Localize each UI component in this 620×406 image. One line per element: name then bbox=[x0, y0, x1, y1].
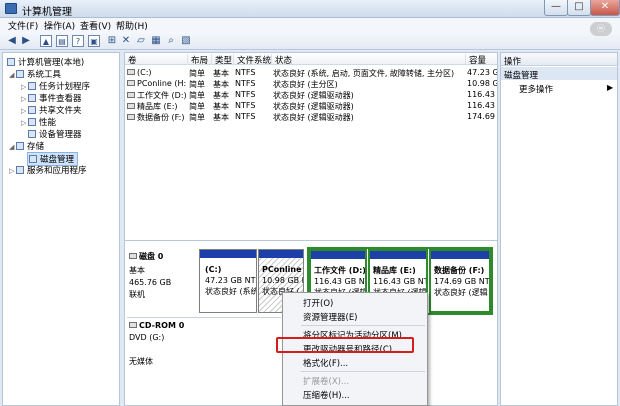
help-icon[interactable]: ? bbox=[72, 35, 84, 47]
divider bbox=[127, 317, 281, 318]
col-volume[interactable]: 卷 bbox=[125, 54, 187, 66]
tree-device-manager[interactable]: 设备管理器 bbox=[28, 128, 82, 140]
volume-icon bbox=[127, 92, 135, 98]
performance-icon bbox=[28, 118, 36, 126]
tools-icon bbox=[16, 70, 24, 78]
volume-icon bbox=[127, 80, 135, 86]
partition-c[interactable]: (C:)47.23 GB NTFS状态良好 (系统 bbox=[199, 249, 257, 313]
col-status[interactable]: 状态 bbox=[271, 54, 465, 66]
menu-item-format[interactable]: 格式化(F)... bbox=[303, 357, 348, 369]
device-manager-icon bbox=[28, 130, 36, 138]
tree-root[interactable]: 计算机管理(本地) bbox=[7, 56, 84, 68]
menu-action[interactable]: 操作(A) bbox=[44, 19, 75, 32]
window-title: 计算机管理 bbox=[22, 7, 72, 18]
back-arrow-icon[interactable]: ◀ bbox=[6, 35, 18, 47]
computer-icon bbox=[7, 58, 15, 66]
table-row[interactable]: 精品库 (E:) 简单 基本 NTFS 状态良好 (逻辑驱动器) 116.43 … bbox=[125, 100, 497, 111]
table-row[interactable]: PConline (H:) 简单 基本 NTFS 状态良好 (主分区) 10.9… bbox=[125, 78, 497, 89]
tree-storage[interactable]: ◢ 存储 bbox=[9, 140, 44, 152]
menu-separator bbox=[301, 371, 425, 372]
more-actions[interactable]: 更多操作 bbox=[519, 83, 553, 95]
tree-system-tools[interactable]: ◢ 系统工具 bbox=[9, 68, 61, 80]
minimize-button[interactable]: — bbox=[544, 0, 568, 16]
chevron-right-icon[interactable]: ▶ bbox=[607, 83, 613, 92]
tree-services[interactable]: ▷ 服务和应用程序 bbox=[9, 164, 87, 176]
menu-view[interactable]: 查看(V) bbox=[80, 19, 111, 32]
delete-icon[interactable]: ✕ bbox=[120, 35, 132, 47]
menu-help[interactable]: 帮助(H) bbox=[116, 19, 148, 32]
console-tree-icon[interactable]: ⊞ bbox=[106, 35, 118, 47]
actions-header: 操作 bbox=[501, 53, 617, 67]
volume-icon bbox=[127, 114, 135, 120]
console-icon[interactable]: ▣ bbox=[88, 35, 100, 47]
tree-performance[interactable]: ▷ 性能 bbox=[21, 116, 56, 128]
col-layout[interactable]: 布局 bbox=[187, 54, 211, 66]
close-button[interactable]: ✕ bbox=[590, 0, 620, 16]
menu-bar: 文件(F) 操作(A) 查看(V) 帮助(H) bbox=[0, 18, 620, 32]
properties-icon[interactable]: ▤ bbox=[56, 35, 68, 47]
disk-icon bbox=[129, 253, 137, 259]
title-bar: 计算机管理 — □ ✕ bbox=[0, 0, 620, 18]
table-row[interactable]: 工作文件 (D:) 简单 基本 NTFS 状态良好 (逻辑驱动器) 116.43… bbox=[125, 89, 497, 100]
console-tree: 计算机管理(本地) ◢ 系统工具 ▷ 任务计划程序 ▷ 事件查看器 ▷ 共享文件夹 ▷ 性… bbox=[2, 52, 120, 406]
table-row[interactable]: (C:) 简单 基本 NTFS 状态良好 (系统, 启动, 页面文件, 故障转储… bbox=[125, 67, 497, 78]
highlight-annotation bbox=[276, 337, 414, 353]
volume-icon bbox=[127, 103, 135, 109]
tree-task-scheduler[interactable]: ▷ 任务计划程序 bbox=[21, 80, 90, 92]
tree-shared-folders[interactable]: ▷ 共享文件夹 bbox=[21, 104, 82, 116]
event-viewer-icon bbox=[28, 94, 36, 102]
menu-item-explore[interactable]: 资源管理器(E) bbox=[303, 311, 358, 323]
cdrom0-info[interactable]: CD-ROM 0 DVD (G:) 无媒体 bbox=[129, 321, 197, 367]
volume-list-header: 卷 布局 类型 文件系统 状态 容量 bbox=[125, 53, 497, 66]
tree-event-viewer[interactable]: ▷ 事件查看器 bbox=[21, 92, 82, 104]
up-folder-icon[interactable]: ▲ bbox=[40, 35, 52, 47]
volume-icon bbox=[127, 69, 135, 75]
menu-item-extend[interactable]: 扩展卷(X)... bbox=[303, 375, 349, 387]
partition-f[interactable]: 数据备份 (F:) 174.69 GB NTF 状态良好 (逻辑 bbox=[429, 249, 491, 313]
disk-icon bbox=[29, 155, 37, 163]
actions-section-disk-management[interactable]: 磁盘管理 bbox=[501, 67, 617, 81]
table-row[interactable]: 数据备份 (F:) 简单 基本 NTFS 状态良好 (逻辑驱动器) 174.69… bbox=[125, 111, 497, 122]
col-filesystem[interactable]: 文件系统 bbox=[233, 54, 271, 66]
toolbar: ◀ ▶ ▲ ▤ ? ▣ ⊞ ✕ ▱ ▦ ⌕ ▧ bbox=[0, 32, 620, 50]
open-icon[interactable]: ▱ bbox=[135, 35, 147, 47]
maximize-button[interactable]: □ bbox=[567, 0, 591, 16]
services-icon bbox=[16, 166, 24, 174]
menu-item-shrink[interactable]: 压缩卷(H)... bbox=[303, 389, 350, 401]
save-icon[interactable]: ▦ bbox=[150, 35, 162, 47]
col-type[interactable]: 类型 bbox=[211, 54, 233, 66]
shared-folder-icon bbox=[28, 106, 36, 114]
storage-icon bbox=[16, 142, 24, 150]
watermark-icon: ⓦ bbox=[590, 22, 612, 36]
disk0-info[interactable]: 磁盘 0 基本 465.76 GB 联机 bbox=[129, 251, 197, 300]
menu-item-open[interactable]: 打开(O) bbox=[303, 297, 333, 309]
actions-pane: 操作 磁盘管理 更多操作 ▶ bbox=[500, 52, 618, 406]
menu-separator bbox=[301, 325, 425, 326]
col-capacity[interactable]: 容量 bbox=[465, 54, 497, 66]
cdrom-icon bbox=[129, 322, 137, 328]
menu-file[interactable]: 文件(F) bbox=[8, 19, 38, 32]
search-icon[interactable]: ⌕ bbox=[165, 35, 177, 47]
clock-icon bbox=[28, 82, 36, 90]
export-icon[interactable]: ▧ bbox=[180, 35, 192, 47]
forward-arrow-icon[interactable]: ▶ bbox=[20, 35, 32, 47]
computer-management-icon bbox=[5, 3, 17, 14]
